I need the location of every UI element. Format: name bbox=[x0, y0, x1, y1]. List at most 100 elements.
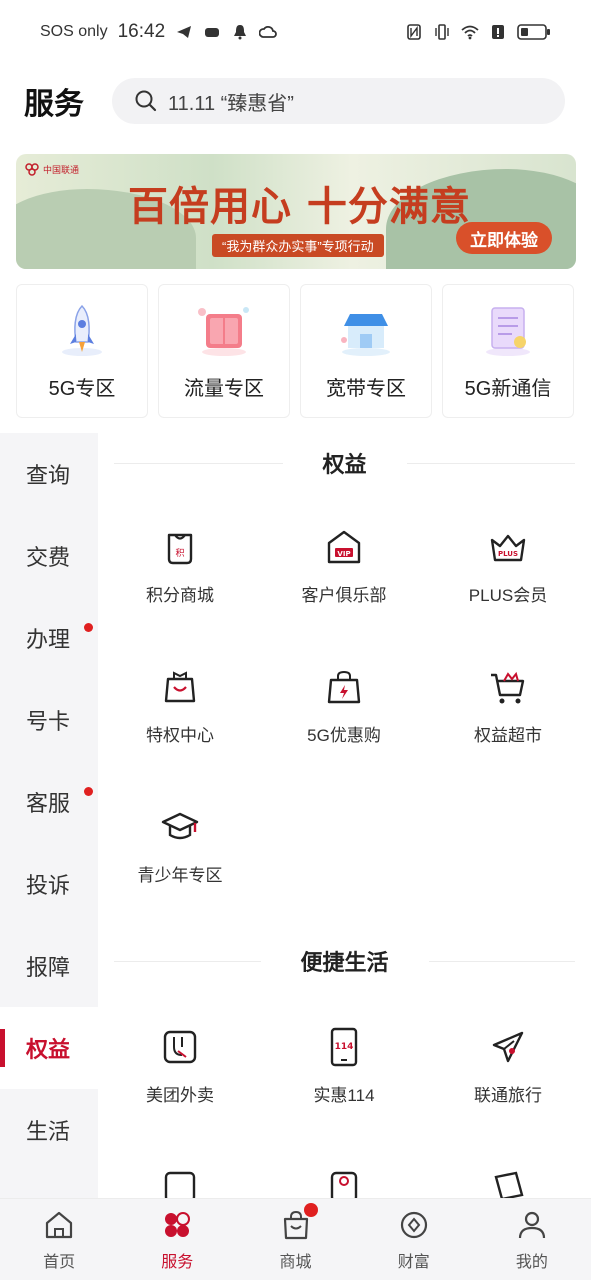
clock: 16:42 bbox=[117, 21, 166, 42]
document-icon bbox=[486, 307, 530, 356]
notification-dot bbox=[84, 787, 93, 796]
sidebar-item-fault-report[interactable]: 报障 bbox=[0, 925, 98, 1007]
tab-label: 首页 bbox=[43, 1253, 76, 1271]
divider bbox=[114, 462, 283, 464]
zone-label: 5G专区 bbox=[48, 378, 116, 400]
service-label: 积分商城 bbox=[146, 586, 214, 605]
service-plus-member[interactable]: PLUS PLUS会员 bbox=[426, 527, 590, 637]
tab-mall[interactable]: 商城 bbox=[236, 1199, 354, 1280]
sidebar-item-number-card[interactable]: 号卡 bbox=[0, 679, 98, 761]
sidebar-item-label: 权益 bbox=[26, 1037, 71, 1062]
svg-text:积: 积 bbox=[175, 547, 184, 559]
section-title: 权益 bbox=[322, 452, 367, 477]
banner-cta-button[interactable]: 立即体验 bbox=[456, 222, 552, 254]
airplane-icon bbox=[492, 1031, 524, 1063]
service-benefits-market[interactable]: 权益超市 bbox=[426, 667, 590, 777]
ticket-icon bbox=[164, 1171, 196, 1198]
divider bbox=[406, 462, 576, 464]
sidebar-item-label: 交费 bbox=[26, 545, 71, 570]
profile-icon bbox=[518, 1211, 546, 1238]
tab-label: 服务 bbox=[161, 1253, 194, 1271]
divider bbox=[114, 960, 261, 962]
notification-dot bbox=[84, 623, 93, 632]
sidebar-item-complaint[interactable]: 投诉 bbox=[0, 843, 98, 925]
service-customer-club[interactable]: VIP 客户俱乐部 bbox=[262, 527, 426, 637]
zone-broadband[interactable]: 宽带专区 bbox=[300, 284, 432, 418]
sidebar-item-payment[interactable]: 交费 bbox=[0, 515, 98, 597]
section-title: 便捷生活 bbox=[300, 950, 389, 975]
service-item-partial[interactable] bbox=[426, 1167, 590, 1198]
service-label: 客户俱乐部 bbox=[301, 586, 387, 605]
banner-subtitle: “我为群众办实事”专项行动 bbox=[212, 234, 384, 257]
sidebar-item-label: 办理 bbox=[26, 627, 71, 652]
tab-label: 我的 bbox=[515, 1253, 548, 1271]
category-sidebar: 查询 交费 办理 号卡 客服 投诉 报障 权益 生活 bbox=[0, 433, 98, 1198]
service-label: PLUS会员 bbox=[468, 586, 548, 605]
sidebar-item-life[interactable]: 生活 bbox=[0, 1089, 98, 1171]
tab-service[interactable]: 服务 bbox=[118, 1199, 319, 1280]
service-label: 5G优惠购 bbox=[307, 726, 381, 745]
tab-home[interactable]: 首页 bbox=[0, 1199, 118, 1280]
service-label: 联通旅行 bbox=[474, 1086, 542, 1105]
nfc-icon bbox=[407, 24, 421, 40]
tab-wealth[interactable]: 财富 bbox=[355, 1199, 473, 1280]
zone-label: 5G新通信 bbox=[464, 378, 552, 400]
badge-icon bbox=[330, 1171, 358, 1198]
bottom-tab-bar: 首页 服务 商城 财富 我的 bbox=[0, 1198, 591, 1280]
service-label: 特权中心 bbox=[146, 726, 214, 745]
zone-label: 流量专区 bbox=[184, 378, 264, 400]
traffic-icon bbox=[198, 307, 249, 356]
service-privilege-center[interactable]: 特权中心 bbox=[98, 667, 262, 777]
sidebar-item-label: 报障 bbox=[26, 955, 71, 980]
carrier-text: SOS only bbox=[40, 23, 108, 40]
sidebar-item-label: 客服 bbox=[26, 791, 71, 816]
vibrate-icon bbox=[435, 24, 449, 40]
search-icon bbox=[135, 90, 157, 112]
service-item-partial[interactable] bbox=[262, 1167, 426, 1198]
search-input[interactable]: 11.11 “臻惠省” bbox=[112, 78, 565, 124]
banner-headline: 百倍用心 十分满意 bbox=[128, 183, 471, 230]
promo-banner[interactable]: 中国联通 百倍用心 十分满意 “我为群众办实事”专项行动 立即体验 bbox=[16, 154, 576, 269]
search-placeholder: 11.11 “臻惠省” bbox=[168, 92, 294, 115]
service-item-partial[interactable] bbox=[98, 1167, 262, 1198]
sidebar-item-customer-service[interactable]: 客服 bbox=[0, 761, 98, 843]
sidebar-item-label: 号卡 bbox=[26, 709, 71, 734]
privilege-bag-icon bbox=[164, 671, 196, 703]
kangaroo-icon bbox=[163, 1030, 197, 1064]
plus-crown-icon: PLUS bbox=[490, 534, 526, 562]
service-icon bbox=[165, 1211, 191, 1237]
zone-traffic[interactable]: 流量专区 bbox=[158, 284, 290, 418]
service-shihui-114[interactable]: 114 实惠114 bbox=[262, 1027, 426, 1137]
cloud-icon bbox=[259, 26, 277, 38]
sidebar-item-benefits[interactable]: 权益 bbox=[0, 1007, 98, 1089]
service-5g-discount[interactable]: 5G优惠购 bbox=[262, 667, 426, 777]
page-title: 服务 bbox=[24, 88, 84, 121]
divider bbox=[428, 960, 576, 962]
store-icon bbox=[341, 314, 390, 356]
status-bar: SOS only 16:42 bbox=[0, 0, 591, 64]
sidebar-item-label: 投诉 bbox=[26, 873, 71, 898]
service-points-mall[interactable]: 积 积分商城 bbox=[98, 527, 262, 637]
brand-name: 中国联通 bbox=[43, 164, 80, 175]
sidebar-item-handle[interactable]: 办理 bbox=[0, 597, 98, 679]
zone-5g[interactable]: 5G专区 bbox=[16, 284, 148, 418]
service-meituan-delivery[interactable]: 美团外卖 bbox=[98, 1027, 262, 1137]
zone-label: 宽带专区 bbox=[326, 378, 406, 400]
service-youth-zone[interactable]: 青少年专区 bbox=[98, 807, 262, 917]
rocket-icon bbox=[62, 304, 102, 356]
zone-5g-new-comm[interactable]: 5G新通信 bbox=[442, 284, 574, 418]
sidebar-item-label: 查询 bbox=[26, 463, 71, 488]
tab-profile[interactable]: 我的 bbox=[473, 1199, 591, 1280]
home-icon bbox=[45, 1211, 73, 1238]
mall-bag-icon bbox=[283, 1210, 308, 1239]
wifi-icon bbox=[461, 25, 479, 40]
service-label: 青少年专区 bbox=[137, 866, 223, 885]
alert-icon bbox=[492, 25, 504, 39]
sidebar-item-query[interactable]: 查询 bbox=[0, 433, 98, 515]
phone-114-icon: 114 bbox=[330, 1027, 358, 1067]
svg-text:114: 114 bbox=[335, 1042, 354, 1052]
battery-icon bbox=[517, 24, 550, 40]
tab-label: 财富 bbox=[397, 1253, 430, 1271]
service-unicom-travel[interactable]: 联通旅行 bbox=[426, 1027, 590, 1137]
vip-house-icon: VIP bbox=[327, 530, 361, 564]
